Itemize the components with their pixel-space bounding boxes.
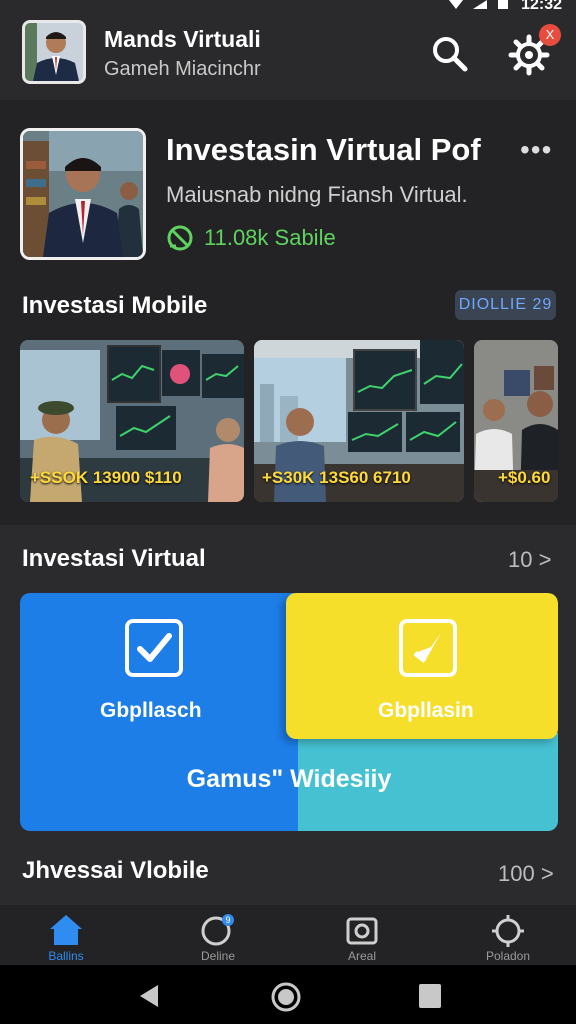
- mobile-card-2[interactable]: +S30K 13S60 6710: [254, 340, 464, 502]
- check-badge-icon: [399, 619, 457, 677]
- nav-item-deline[interactable]: 9 Deline: [168, 913, 268, 963]
- chart-circle-icon: [167, 225, 193, 251]
- tile-wide-label: Gamus" Widesiiy: [186, 765, 392, 793]
- nav-item-areal[interactable]: Areal: [312, 913, 412, 963]
- tile-yellow-label: Gbpllasin: [378, 699, 474, 722]
- section-investasi-mobile: Investasi Mobile DIOLLIE 29 +SSOK 13900 …: [0, 280, 576, 525]
- section-title-bottom: Jhvessai Vlobile: [22, 857, 209, 884]
- profile-title: Investasin Virtual Pof: [166, 132, 481, 167]
- search-icon[interactable]: [430, 34, 470, 74]
- bottom-nav: Ballins 9 Deline Areal Poladon: [0, 905, 576, 965]
- camera-icon: [346, 917, 378, 945]
- profile-photo-image: [23, 131, 143, 257]
- app-header: Mands Virtuali Gameh Miacinchr X: [0, 10, 576, 100]
- more-options-icon[interactable]: •••: [520, 134, 552, 166]
- settings-icon: [492, 915, 524, 947]
- system-nav-bar: [0, 965, 576, 1024]
- app-title: Mands Virtuali: [104, 26, 261, 52]
- section-badge[interactable]: DIOLLIE 29: [455, 290, 556, 320]
- profile-card: Investasin Virtual Pof ••• Maiusnab nidn…: [0, 100, 576, 280]
- refresh-icon: 9: [201, 914, 234, 946]
- tile-blue-label: Gbpllasch: [100, 699, 202, 722]
- profile-stat-value: 11.08k Sabile: [204, 225, 336, 250]
- mobile-card-3[interactable]: +$0.60: [474, 340, 558, 502]
- mobile-card-1[interactable]: +SSOK 13900 $110: [20, 340, 244, 502]
- section-bottom-count-link[interactable]: 100 >: [498, 861, 554, 887]
- mobile-card-price: +S30K 13S60 6710: [262, 468, 411, 487]
- checkbox-icon: [125, 619, 183, 677]
- section-investasi-virtual: Investasi Virtual 10 > Gbpllasch Gbpllas…: [0, 525, 576, 905]
- section-title: Investasi Virtual: [22, 545, 206, 572]
- mobile-card-price: +SSOK 13900 $110: [30, 468, 182, 487]
- tile-yellow[interactable]: Gbpllasin: [286, 593, 558, 739]
- nav-item-home[interactable]: Ballins: [16, 913, 116, 963]
- wifi-icon: [449, 0, 464, 9]
- tile-blue[interactable]: Gbpllasch: [20, 593, 298, 831]
- app-subtitle: Gameh Miacinchr: [104, 58, 261, 80]
- profile-description: Maiusnab nidng Fiansh Virtual.: [166, 182, 468, 207]
- profile-photo[interactable]: [20, 128, 146, 260]
- notification-badge: X: [539, 24, 561, 46]
- nav-label: Poladon: [485, 949, 531, 963]
- battery-icon: [498, 0, 509, 9]
- avatar-image: [25, 23, 83, 81]
- nav-item-poladon[interactable]: Poladon: [458, 913, 558, 963]
- section-count-link[interactable]: 10 >: [508, 547, 551, 573]
- home-button-icon[interactable]: [270, 981, 302, 1013]
- nav-label: Ballins: [48, 949, 84, 963]
- profile-stat: 11.08k Sabile: [166, 224, 336, 252]
- avatar[interactable]: [22, 20, 86, 84]
- nav-label: Deline: [200, 949, 236, 963]
- mobile-card-price: +$0.60: [498, 468, 551, 487]
- signal-icon: [473, 0, 488, 9]
- section-title: Investasi Mobile: [22, 292, 208, 319]
- nav-label: Areal: [347, 949, 376, 963]
- back-icon[interactable]: [136, 983, 162, 1009]
- nav-badge: 9: [225, 915, 230, 925]
- recents-icon[interactable]: [418, 983, 442, 1009]
- virtual-tiles: Gbpllasch Gbpllasin Gamus" Widesiiy: [20, 593, 558, 831]
- home-icon: [50, 915, 82, 945]
